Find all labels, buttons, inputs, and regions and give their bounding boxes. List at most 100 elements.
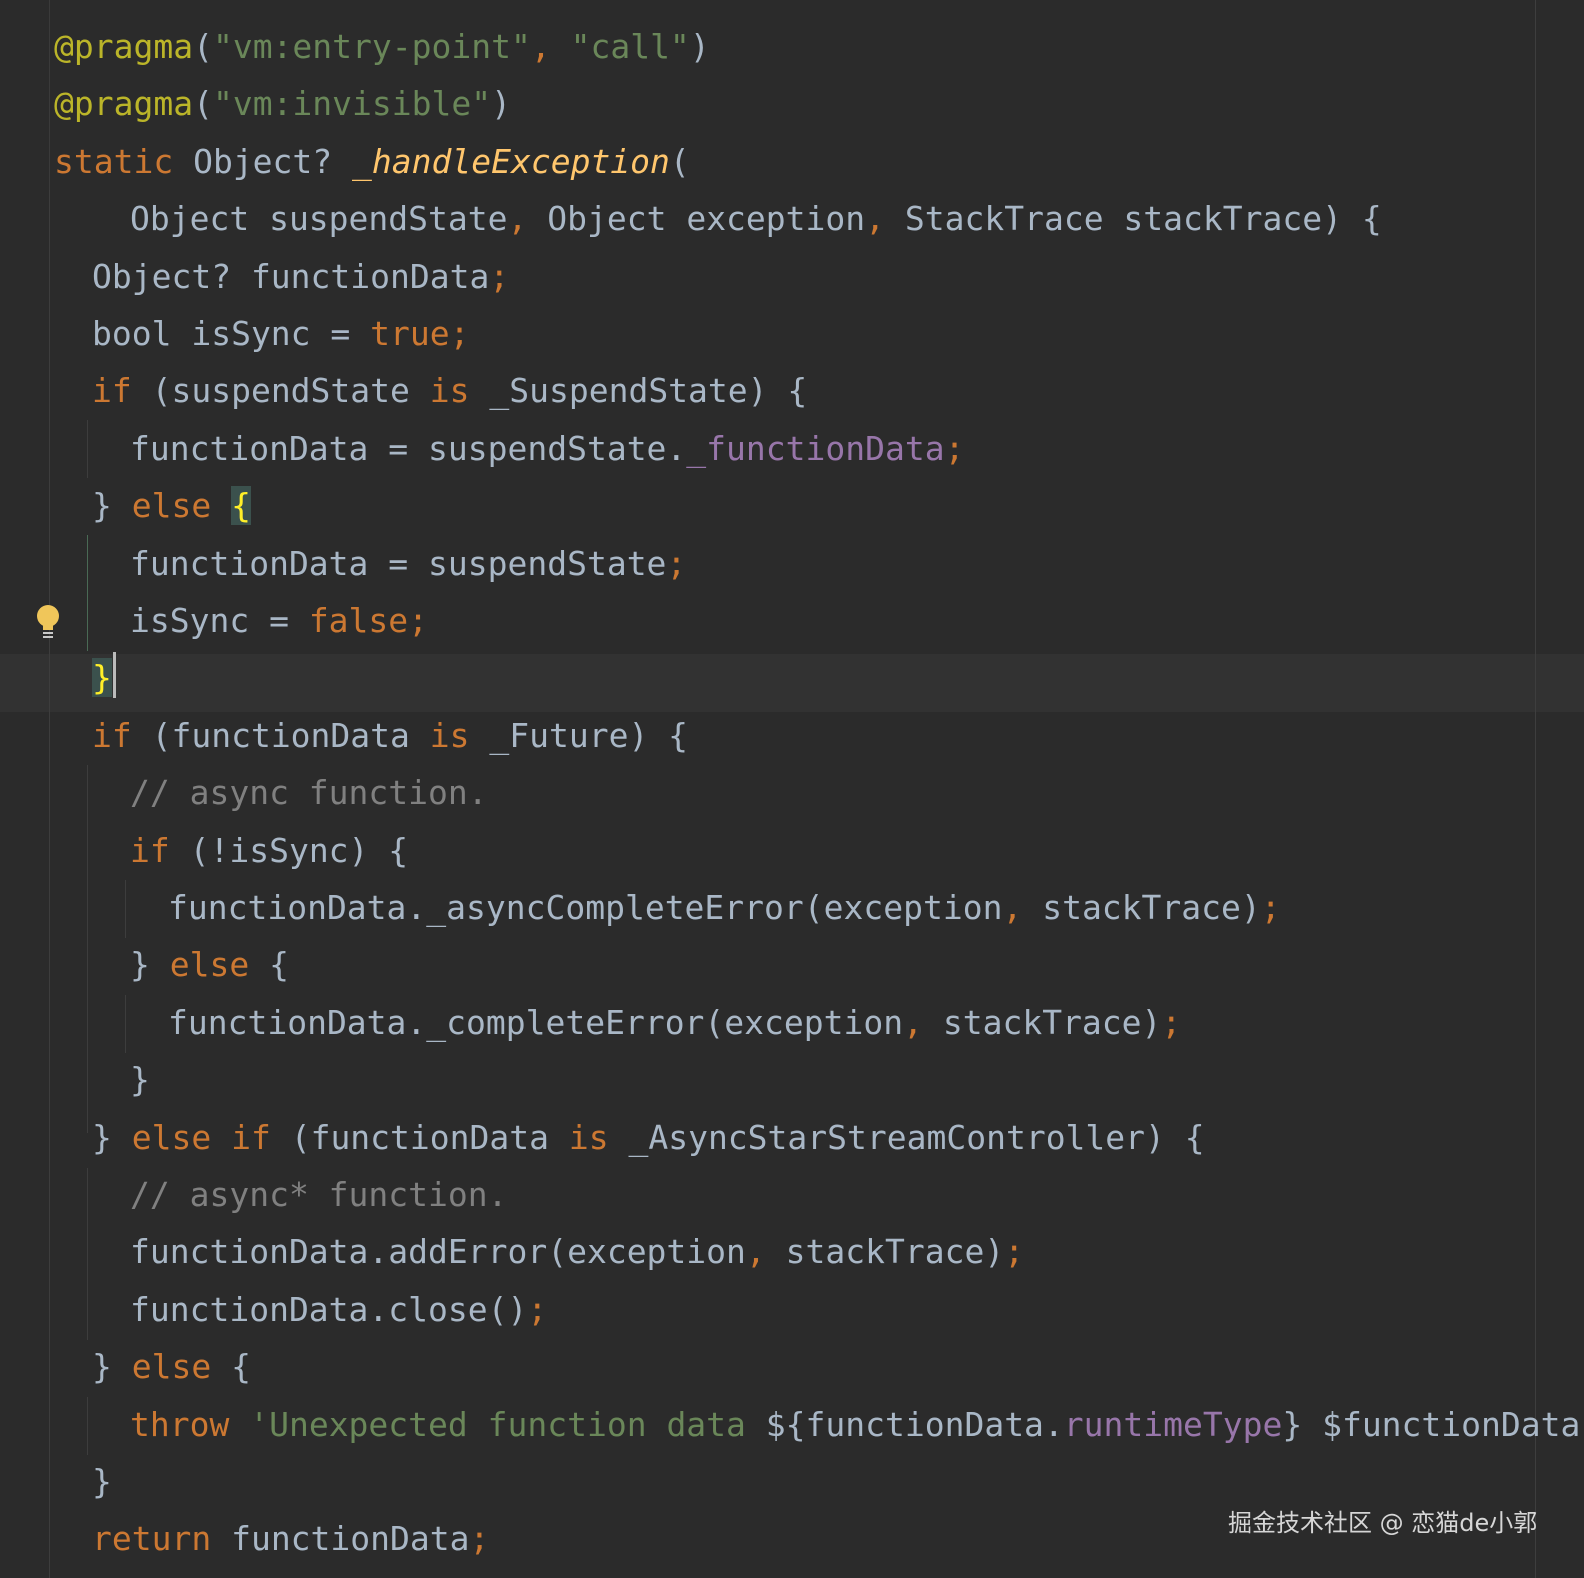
code-token: static <box>54 141 194 181</box>
code-token: stackTrace) <box>785 1232 1005 1272</box>
code-token: isSync = <box>130 601 309 640</box>
code-token: Object suspendState <box>130 199 508 239</box>
code-token: } <box>92 1347 132 1387</box>
code-token: } <box>92 1117 132 1157</box>
code-token: (functionData <box>151 715 430 755</box>
code-token: { <box>231 486 251 526</box>
code-line[interactable]: if (!isSync) { <box>130 822 408 880</box>
code-token: functionData.close() <box>130 1289 528 1329</box>
code-token: else <box>131 1347 232 1387</box>
code-token: // async function. <box>130 773 488 813</box>
code-line[interactable]: } <box>92 649 116 707</box>
code-line[interactable]: } else { <box>92 1338 251 1396</box>
indent-guide <box>87 535 88 651</box>
code-token: ; <box>1260 888 1281 927</box>
code-token: Object exception <box>547 199 866 239</box>
code-token: functionData.addError(exception <box>130 1232 746 1272</box>
code-token: (suspendState <box>151 371 430 411</box>
code-token: ; <box>408 601 429 640</box>
code-token: ; <box>449 314 470 353</box>
code-token: ) <box>491 84 511 124</box>
indent-guide <box>87 1397 88 1455</box>
code-line[interactable]: functionData._asyncCompleteError(excepti… <box>168 879 1281 937</box>
code-token: functionData._asyncCompleteError(excepti… <box>168 888 1003 927</box>
code-token: stackTrace) <box>942 1002 1162 1042</box>
code-token: _handleException <box>352 141 670 181</box>
code-token: _Future) { <box>489 715 689 755</box>
code-token: ; <box>1004 1232 1025 1272</box>
code-line[interactable]: } else if (functionData is _AsyncStarStr… <box>92 1109 1205 1167</box>
code-line[interactable]: } else { <box>92 477 251 535</box>
code-token: else <box>169 945 270 985</box>
code-line[interactable]: // async function. <box>130 764 488 822</box>
code-line[interactable]: return functionData; <box>92 1510 489 1568</box>
code-line[interactable]: Object suspendState, Object exception, S… <box>130 190 1382 248</box>
code-line[interactable]: static Object? _handleException( <box>54 133 690 191</box>
text-caret <box>112 652 116 699</box>
code-token: ) <box>689 27 710 66</box>
code-line[interactable]: } <box>130 1051 150 1109</box>
code-line[interactable]: functionData = suspendState; <box>130 535 686 593</box>
code-token: is <box>429 715 490 755</box>
code-token: "vm:invisible" <box>212 84 492 124</box>
code-token: else if <box>131 1117 291 1157</box>
code-line[interactable]: // async* function. <box>130 1166 508 1224</box>
code-token: @pragma <box>54 27 194 66</box>
code-token: functionData._completeError(exception <box>168 1002 904 1042</box>
code-token: , <box>530 27 571 66</box>
code-line[interactable]: } <box>92 1453 112 1511</box>
code-token: Object? functionData <box>92 256 490 296</box>
code-token: false <box>308 601 409 640</box>
code-line[interactable]: functionData = suspendState._functionDat… <box>130 420 964 478</box>
code-token: functionData = suspendState. <box>130 428 687 468</box>
code-token: is <box>429 371 490 411</box>
code-token: true <box>370 314 450 353</box>
code-token: @pragma <box>54 84 194 124</box>
code-token: _functionData <box>686 428 945 468</box>
code-token: throw <box>130 1404 250 1444</box>
indent-guide <box>49 190 50 1578</box>
indent-guide <box>87 420 88 478</box>
code-token: (functionData <box>290 1117 569 1157</box>
code-token: stackTrace) <box>1042 888 1261 927</box>
code-token: ; <box>666 543 687 583</box>
code-token: bool isSync = <box>92 314 371 353</box>
code-token: return <box>92 1519 232 1559</box>
current-line-highlight <box>0 654 1584 712</box>
code-line[interactable]: } else { <box>130 936 289 994</box>
code-token: ; <box>489 256 510 296</box>
lightbulb-icon[interactable] <box>35 604 61 642</box>
code-token: is <box>568 1117 629 1157</box>
code-line[interactable]: functionData.close(); <box>130 1281 547 1339</box>
code-line[interactable]: isSync = false; <box>130 592 428 650</box>
code-line[interactable]: functionData.addError(exception, stackTr… <box>130 1223 1024 1281</box>
code-line[interactable]: Object? functionData; <box>92 248 509 306</box>
code-token: } <box>130 945 170 985</box>
code-line[interactable]: if (suspendState is _SuspendState) { <box>92 362 807 420</box>
code-token: ; <box>527 1289 548 1329</box>
code-token: functionData <box>231 1519 470 1559</box>
code-line[interactable]: if (functionData is _Future) { <box>92 707 688 765</box>
watermark: 掘金技术社区 @ 恋猫de小郭 <box>1228 1509 1538 1537</box>
code-token: runtimeType <box>1063 1404 1283 1444</box>
code-token: StackTrace stackTrace) { <box>904 199 1382 239</box>
code-token: { <box>231 1347 251 1387</box>
code-line[interactable]: bool isSync = true; <box>92 305 470 363</box>
code-token: } $functionData <box>1282 1404 1581 1444</box>
code-line[interactable]: @pragma("vm:invisible") <box>54 75 511 133</box>
code-line[interactable]: @pragma("vm:entry-point", "call") <box>54 18 710 76</box>
code-line[interactable]: functionData._completeError(exception, s… <box>168 994 1181 1052</box>
code-token: _SuspendState) { <box>489 371 808 411</box>
code-token: } <box>92 658 112 698</box>
code-token: } <box>92 486 132 526</box>
code-token: ( <box>669 141 690 181</box>
code-token: ' <box>1580 1405 1584 1444</box>
code-token: ( <box>193 27 213 66</box>
code-editor[interactable]: @pragma("vm:entry-point", "call") @pragma… <box>0 0 1584 1578</box>
code-line[interactable]: throw 'Unexpected function data ${functi… <box>130 1396 1584 1454</box>
code-token: ; <box>1161 1002 1182 1042</box>
code-token: // async* function. <box>130 1175 508 1214</box>
code-token: if <box>92 715 152 755</box>
indent-guide <box>125 995 126 1053</box>
code-token: ${functionData. <box>765 1404 1064 1444</box>
